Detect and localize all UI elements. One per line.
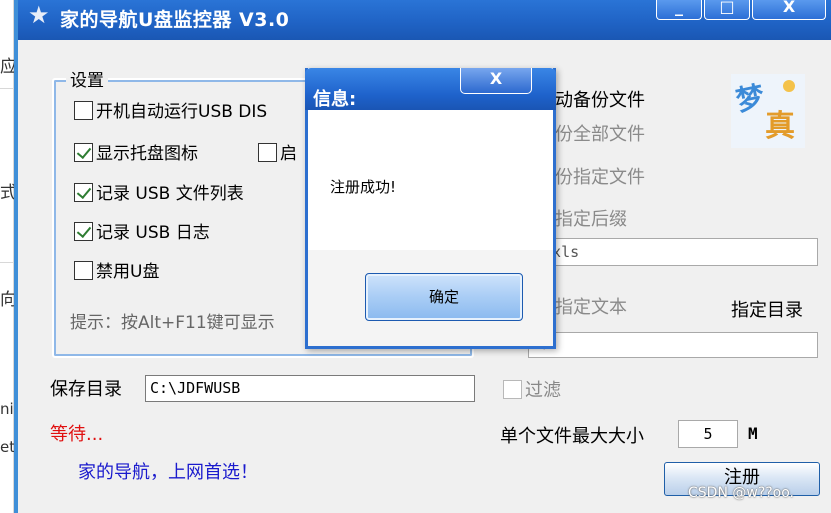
record-log-label: 记录 USB 日志: [96, 223, 210, 243]
app-star-icon: ★: [28, 1, 50, 29]
dialog-message: 注册成功!: [330, 178, 397, 196]
status-text: 等待...: [50, 424, 104, 445]
record-log-checkbox[interactable]: 记录 USB 日志: [74, 222, 210, 244]
background-divider: [0, 88, 14, 89]
tray-icon-label: 显示托盘图标: [96, 144, 198, 164]
autorun-checkbox[interactable]: 开机自动运行USB DIS: [74, 101, 267, 123]
dialog-title-bar[interactable]: 信息: X: [305, 68, 556, 110]
background-text: et: [0, 438, 16, 456]
tray-icon-checkbox[interactable]: 显示托盘图标: [74, 143, 198, 165]
checkbox-box[interactable]: [74, 101, 93, 120]
start-checkbox[interactable]: 启: [258, 143, 297, 165]
disable-usb-checkbox[interactable]: 禁用U盘: [74, 261, 159, 283]
backup-all-option[interactable]: 份全部文件: [555, 120, 645, 146]
suffix-option[interactable]: 指定后缀: [555, 205, 627, 231]
minimize-button[interactable]: _: [656, 0, 702, 20]
save-dir-input[interactable]: C:\JDFWUSB: [145, 375, 475, 402]
dialog-title: 信息:: [313, 89, 357, 110]
background-window: 应 式 向 ni et: [0, 0, 17, 513]
title-bar[interactable]: ★ 家的导航U盘监控器 V3.0 _ □ X: [18, 0, 831, 40]
app-logo: 梦 真: [731, 74, 805, 148]
specified-dir-label[interactable]: 指定目录: [731, 296, 803, 322]
close-button[interactable]: X: [752, 0, 826, 20]
background-text: ni: [0, 400, 14, 418]
dialog-close-button[interactable]: X: [460, 68, 532, 94]
window-title: 家的导航U盘监控器 V3.0: [60, 9, 290, 31]
checkbox-box[interactable]: [74, 261, 93, 280]
slogan-text: 家的导航，上网首选！: [78, 462, 258, 483]
checkbox-box[interactable]: [74, 143, 93, 162]
auto-backup-label[interactable]: 动备份文件: [555, 86, 645, 112]
checkbox-box[interactable]: [258, 143, 277, 162]
dialog-ok-button[interactable]: 确定: [365, 273, 523, 321]
filter-checkbox[interactable]: 过滤: [503, 376, 561, 402]
backup-specified-option[interactable]: 份指定文件: [555, 163, 645, 189]
settings-legend: 设置: [66, 66, 108, 91]
text-option[interactable]: 指定文本: [555, 293, 627, 319]
autorun-label: 开机自动运行USB DIS: [96, 102, 268, 122]
checkbox-box[interactable]: [74, 222, 93, 241]
suffix-input[interactable]: e,xls: [528, 238, 818, 266]
max-size-input[interactable]: 5: [678, 420, 738, 448]
max-size-unit: M: [748, 424, 758, 443]
logo-glyph-2: 真: [765, 109, 795, 144]
max-size-label: 单个文件最大大小: [500, 426, 644, 447]
record-files-checkbox[interactable]: 记录 USB 文件列表: [74, 183, 244, 205]
hint-text: 提示：按Alt+F11键可显示: [70, 313, 275, 333]
save-dir-label: 保存目录: [50, 379, 122, 400]
text-input[interactable]: a,b: [528, 332, 818, 358]
start-label: 启: [280, 144, 297, 164]
checkbox-box[interactable]: [503, 380, 522, 399]
checkbox-box[interactable]: [74, 183, 93, 202]
background-divider: [0, 262, 14, 263]
disable-usb-label: 禁用U盘: [96, 262, 160, 282]
filter-label: 过滤: [525, 380, 561, 401]
maximize-button[interactable]: □: [704, 0, 750, 20]
record-files-label: 记录 USB 文件列表: [96, 184, 244, 204]
watermark: CSDN @w??oo.: [688, 485, 795, 501]
message-dialog: 信息: X 注册成功! 确定: [305, 68, 556, 349]
